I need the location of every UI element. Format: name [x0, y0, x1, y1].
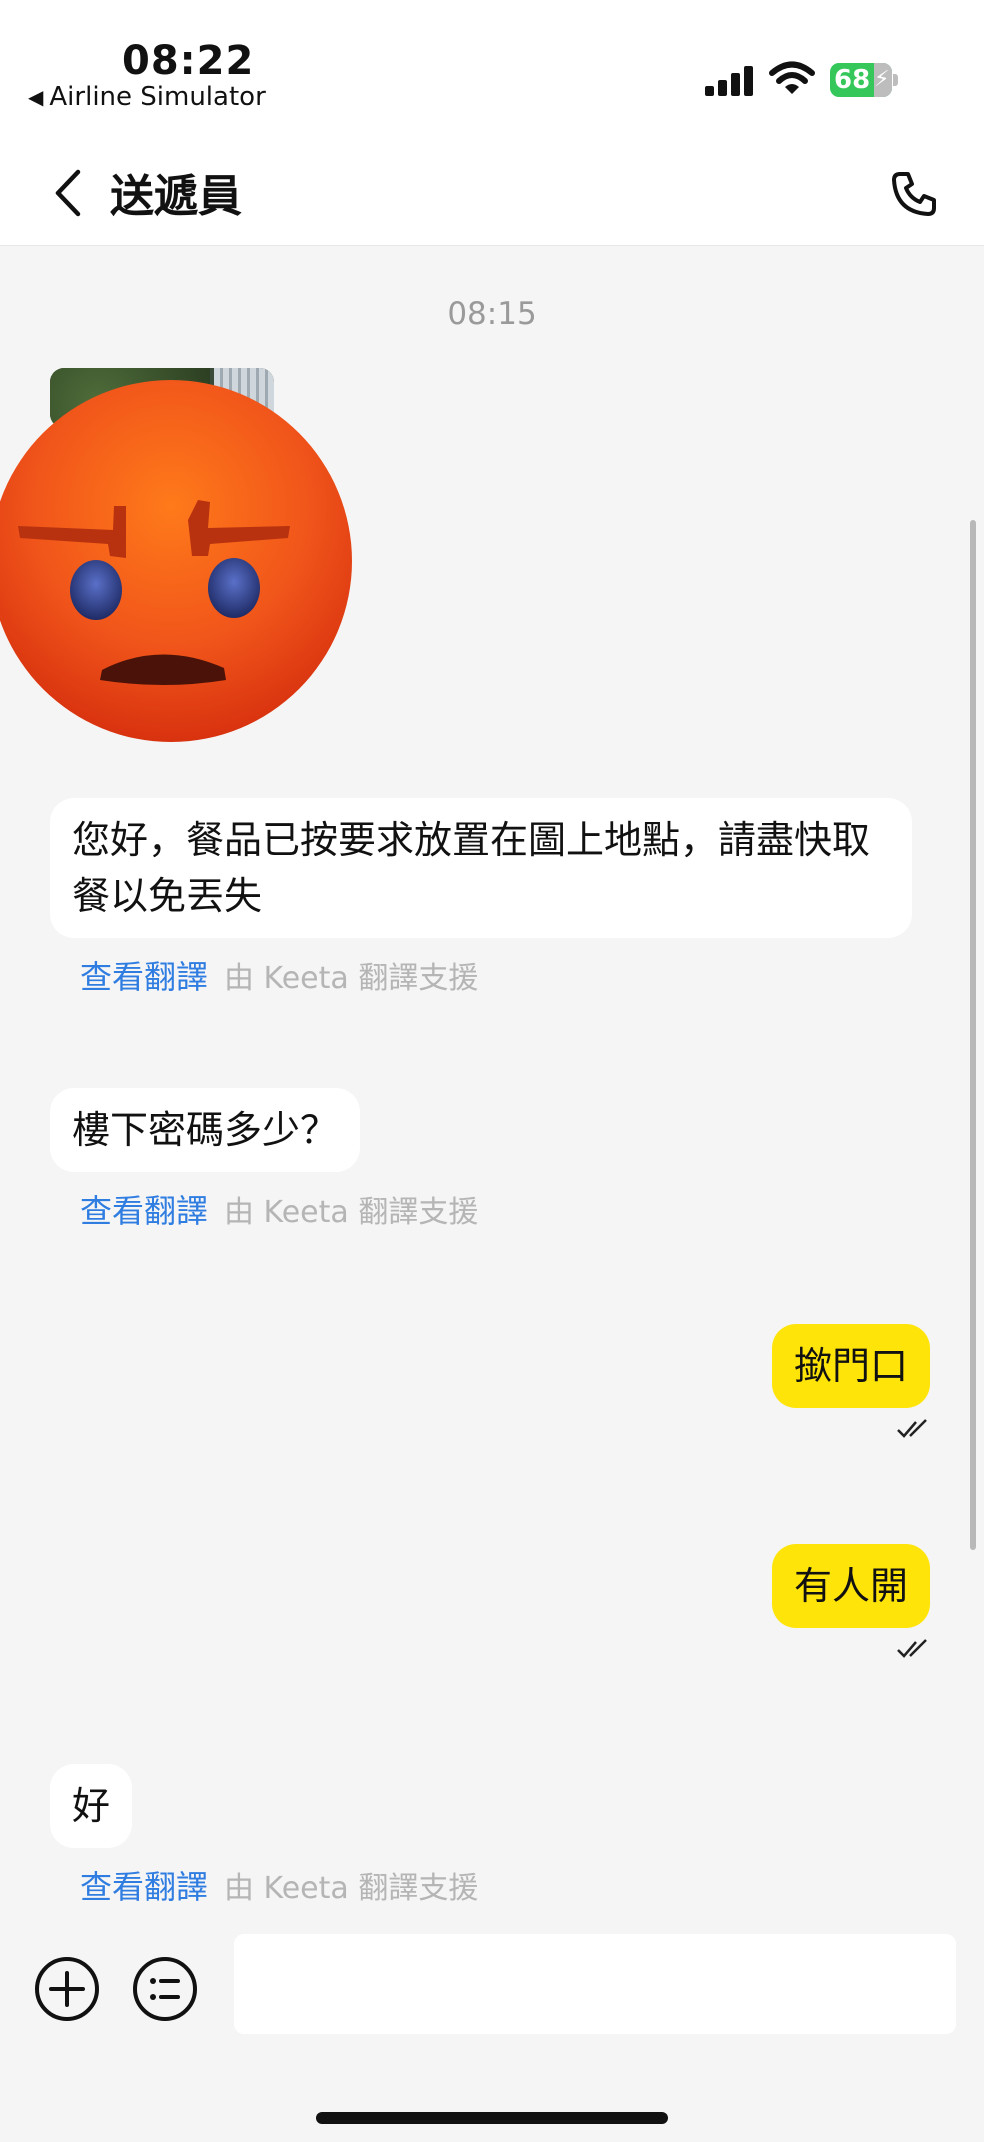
- status-time: 08:22: [122, 38, 255, 84]
- message-text: 好: [72, 1784, 111, 1828]
- home-indicator: [316, 2112, 668, 2124]
- translation-provider-note: 由 Keeta 翻譯支援: [224, 1871, 479, 1906]
- view-translation-link[interactable]: 查看翻譯: [80, 1186, 208, 1232]
- back-app-label: Airline Simulator: [49, 82, 266, 112]
- incoming-message-bubble[interactable]: 您好，餐品已按要求放置在圖上地點，請盡快取餐以免丟失: [50, 798, 912, 938]
- chevron-left-icon[interactable]: [50, 168, 86, 218]
- chat-messages[interactable]: 08:15 您好，餐品已按要求放置在圖上地點，請盡快取餐以免丟失 查看翻譯 由 …: [0, 246, 984, 1906]
- message-input[interactable]: [234, 1934, 956, 2034]
- battery-charging-icon: 68 ⚡: [830, 63, 900, 97]
- message-text: 您好，餐品已按要求放置在圖上地點，請盡快取餐以免丟失: [72, 818, 871, 918]
- status-bar: 08:22 ◀ Airline Simulator 68 ⚡: [0, 0, 984, 140]
- wifi-icon: [769, 61, 815, 94]
- read-receipt-icon: [897, 1639, 927, 1658]
- list-circle-icon[interactable]: [132, 1956, 198, 2022]
- translate-row: 查看翻譯 由 Keeta 翻譯支援: [80, 1186, 478, 1232]
- chat-header: 送遞員: [0, 140, 984, 246]
- incoming-message-bubble[interactable]: 樓下密碼多少？: [50, 1088, 361, 1172]
- view-translation-link[interactable]: 查看翻譯: [80, 952, 208, 998]
- battery-level: 68: [834, 65, 871, 95]
- translation-provider-note: 由 Keeta 翻譯支援: [224, 1195, 479, 1230]
- view-translation-link[interactable]: 查看翻譯: [80, 1862, 208, 1908]
- message-input-bar: [0, 1906, 984, 2142]
- read-receipt-icon: [897, 1419, 927, 1438]
- back-to-app-link[interactable]: ◀ Airline Simulator: [28, 82, 266, 112]
- angry-face-icon: [0, 380, 352, 742]
- translation-provider-note: 由 Keeta 翻譯支援: [224, 961, 479, 996]
- outgoing-message-bubble[interactable]: 撳門口: [772, 1324, 931, 1408]
- phone-icon[interactable]: [890, 170, 938, 218]
- message-timestamp: 08:15: [447, 296, 537, 332]
- plus-circle-icon[interactable]: [34, 1956, 100, 2022]
- translate-row: 查看翻譯 由 Keeta 翻譯支援: [80, 1862, 478, 1908]
- incoming-message-bubble[interactable]: 好: [50, 1764, 133, 1848]
- message-text: 撳門口: [794, 1344, 909, 1388]
- chat-title: 送遞員: [110, 171, 242, 222]
- chat-scrollbar[interactable]: [970, 520, 976, 1550]
- cellular-signal-icon: [705, 66, 753, 96]
- back-arrow-icon: ◀: [28, 85, 44, 109]
- message-text: 有人開: [794, 1564, 909, 1608]
- outgoing-message-bubble[interactable]: 有人開: [772, 1544, 931, 1628]
- charging-bolt-icon: ⚡: [874, 67, 890, 92]
- message-text: 樓下密碼多少？: [72, 1108, 339, 1152]
- translate-row: 查看翻譯 由 Keeta 翻譯支援: [80, 952, 478, 998]
